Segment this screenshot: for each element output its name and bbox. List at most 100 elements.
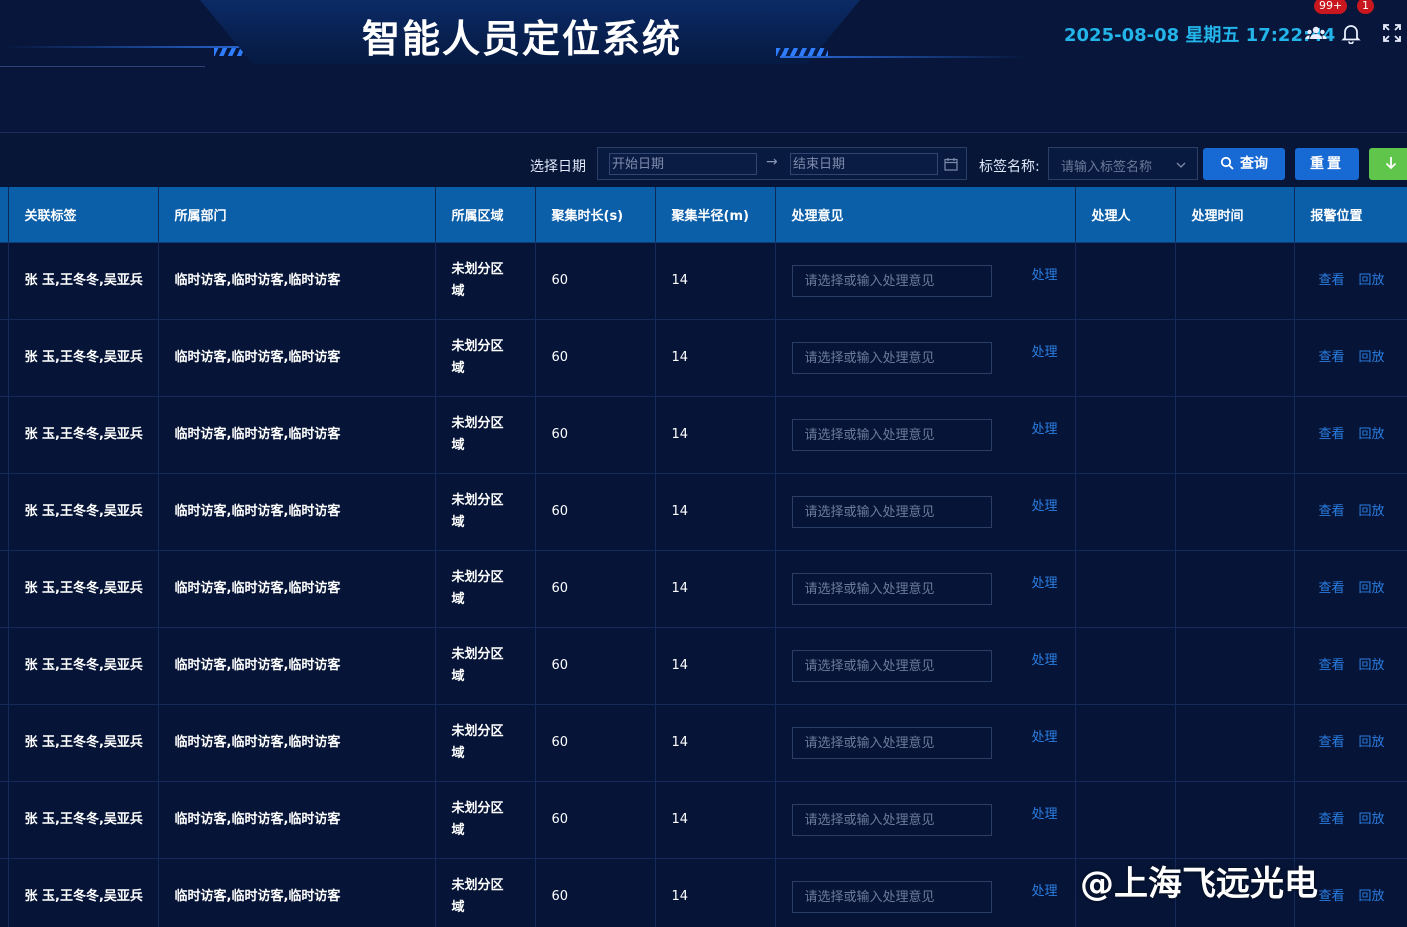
date-label: 选择日期 xyxy=(530,159,586,175)
opinion-input[interactable] xyxy=(791,265,992,297)
cell-dept: 临时访客,临时访客,临时访客 xyxy=(158,858,436,927)
process-link[interactable]: 处理 xyxy=(1032,804,1058,826)
view-link[interactable]: 查看 xyxy=(1319,658,1345,673)
process-link[interactable]: 处理 xyxy=(1032,650,1058,672)
row-edge-cell xyxy=(0,319,9,397)
reset-button[interactable]: 重置 xyxy=(1295,148,1359,180)
opinion-input[interactable] xyxy=(791,342,992,374)
row-edge-cell xyxy=(0,550,9,628)
cell-duration: 60 xyxy=(535,473,656,551)
query-button-label: 查询 xyxy=(1240,156,1268,172)
process-link[interactable]: 处理 xyxy=(1032,573,1058,595)
cell-area: 未划分区域 xyxy=(435,396,536,474)
playback-link[interactable]: 回放 xyxy=(1359,581,1385,596)
cell-actions: 查看 回放 xyxy=(1294,319,1407,397)
cell-area: 未划分区域 xyxy=(435,781,536,859)
opinion-input[interactable] xyxy=(791,573,992,605)
column-header: 关联标签 xyxy=(8,187,159,243)
bell-count-badge: 1 xyxy=(1357,0,1374,14)
row-edge-cell xyxy=(0,473,9,551)
view-link[interactable]: 查看 xyxy=(1319,504,1345,519)
opinion-input[interactable] xyxy=(791,496,992,528)
cell-tags: 张 玉,王冬冬,吴亚兵 xyxy=(8,473,159,551)
table-row: 张 玉,王冬冬,吴亚兵临时访客,临时访客,临时访客未划分区域6014 处理 查看回放 xyxy=(0,473,1407,551)
process-link[interactable]: 处理 xyxy=(1032,727,1058,749)
start-date-input[interactable] xyxy=(609,153,757,175)
cell-handler xyxy=(1075,550,1176,628)
opinion-input[interactable] xyxy=(791,881,992,913)
column-header: 聚集半径(m) xyxy=(655,187,776,243)
date-range-picker[interactable]: → xyxy=(597,147,967,180)
header-divider xyxy=(0,66,205,67)
cell-actions: 查看 回放 xyxy=(1294,242,1407,320)
playback-link[interactable]: 回放 xyxy=(1359,812,1385,827)
process-link[interactable]: 处理 xyxy=(1032,496,1058,518)
cell-area: 未划分区域 xyxy=(435,704,536,782)
tag-name-label: 标签名称: xyxy=(979,159,1040,175)
opinion-input[interactable] xyxy=(791,804,992,836)
cell-opinion: 处理 xyxy=(775,781,1076,859)
cell-area: 未划分区域 xyxy=(435,242,536,320)
title-stripe-right xyxy=(776,48,828,56)
cell-duration: 60 xyxy=(535,550,656,628)
process-link[interactable]: 处理 xyxy=(1032,881,1058,903)
query-button[interactable]: 查询 xyxy=(1203,148,1285,180)
bell-icon[interactable] xyxy=(1340,22,1362,45)
view-link[interactable]: 查看 xyxy=(1319,889,1345,904)
cell-radius: 14 xyxy=(655,858,776,927)
watermark-text: @上海飞远光电 xyxy=(1080,864,1318,904)
cell-opinion: 处理 xyxy=(775,627,1076,705)
calendar-icon[interactable] xyxy=(944,156,958,171)
alarm-table: 关联标签 所属部门 所属区域 聚集时长(s) 聚集半径(m) 处理意见 处理人 … xyxy=(0,187,1407,927)
opinion-input[interactable] xyxy=(791,727,992,759)
download-arrow-icon xyxy=(1385,157,1397,170)
playback-link[interactable]: 回放 xyxy=(1359,350,1385,365)
view-link[interactable]: 查看 xyxy=(1319,581,1345,596)
playback-link[interactable]: 回放 xyxy=(1359,427,1385,442)
cell-tags: 张 玉,王冬冬,吴亚兵 xyxy=(8,396,159,474)
playback-link[interactable]: 回放 xyxy=(1359,658,1385,673)
tag-name-select[interactable]: 请输入标签名称 xyxy=(1048,147,1198,180)
cell-actions: 查看 回放 xyxy=(1294,704,1407,782)
cell-handler xyxy=(1075,473,1176,551)
cell-radius: 14 xyxy=(655,704,776,782)
view-link[interactable]: 查看 xyxy=(1319,273,1345,288)
people-icon[interactable] xyxy=(1305,22,1327,44)
process-link[interactable]: 处理 xyxy=(1032,419,1058,441)
download-button[interactable] xyxy=(1369,148,1407,180)
cell-radius: 14 xyxy=(655,242,776,320)
cell-opinion: 处理 xyxy=(775,858,1076,927)
column-header: 处理意见 xyxy=(775,187,1076,243)
view-link[interactable]: 查看 xyxy=(1319,735,1345,750)
cell-dept: 临时访客,临时访客,临时访客 xyxy=(158,473,436,551)
row-edge-cell xyxy=(0,858,9,927)
opinion-input[interactable] xyxy=(791,650,992,682)
playback-link[interactable]: 回放 xyxy=(1359,889,1385,904)
cell-opinion: 处理 xyxy=(775,319,1076,397)
cell-actions: 查看 回放 xyxy=(1294,473,1407,551)
opinion-input[interactable] xyxy=(791,419,992,451)
view-link[interactable]: 查看 xyxy=(1319,350,1345,365)
fullscreen-icon[interactable] xyxy=(1381,22,1403,44)
row-edge-cell xyxy=(0,242,9,320)
cell-duration: 60 xyxy=(535,627,656,705)
end-date-input[interactable] xyxy=(790,153,938,175)
view-link[interactable]: 查看 xyxy=(1319,427,1345,442)
column-header: 所属区域 xyxy=(435,187,536,243)
playback-link[interactable]: 回放 xyxy=(1359,735,1385,750)
table-row: 张 玉,王冬冬,吴亚兵临时访客,临时访客,临时访客未划分区域6014 处理 查看回放 xyxy=(0,242,1407,320)
table-row: 张 玉,王冬冬,吴亚兵临时访客,临时访客,临时访客未划分区域6014 处理 查看回放 xyxy=(0,627,1407,705)
cell-actions: 查看 回放 xyxy=(1294,627,1407,705)
cell-time xyxy=(1175,550,1295,628)
view-link[interactable]: 查看 xyxy=(1319,812,1345,827)
playback-link[interactable]: 回放 xyxy=(1359,504,1385,519)
cell-area: 未划分区域 xyxy=(435,550,536,628)
process-link[interactable]: 处理 xyxy=(1032,342,1058,364)
table-body: 张 玉,王冬冬,吴亚兵临时访客,临时访客,临时访客未划分区域6014处理查看回放… xyxy=(0,242,1407,927)
process-link[interactable]: 处理 xyxy=(1032,265,1058,287)
playback-link[interactable]: 回放 xyxy=(1359,273,1385,288)
cell-radius: 14 xyxy=(655,550,776,628)
cell-area: 未划分区域 xyxy=(435,858,536,927)
cell-dept: 临时访客,临时访客,临时访客 xyxy=(158,550,436,628)
chevron-down-icon xyxy=(1175,156,1187,168)
